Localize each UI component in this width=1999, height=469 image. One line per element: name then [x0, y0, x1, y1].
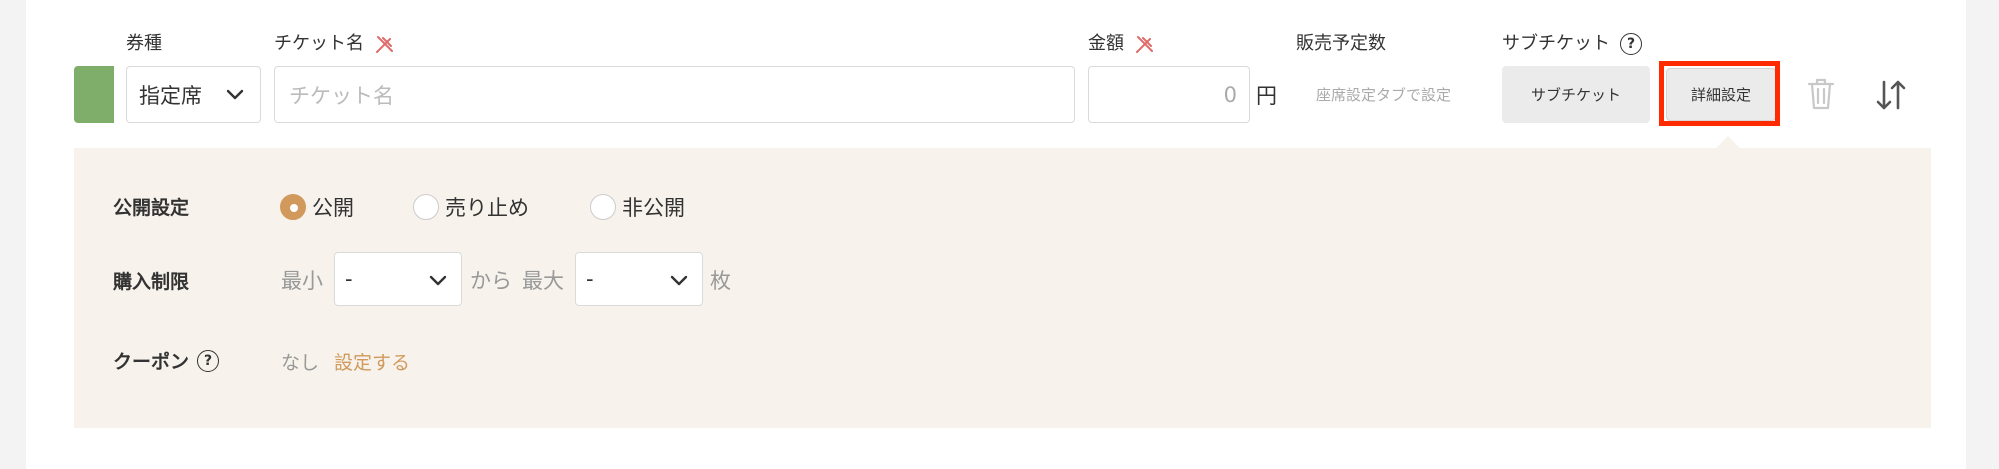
- ticket-name-placeholder: チケット名: [289, 83, 394, 108]
- header-planned-sales: 販売予定数: [1296, 32, 1386, 56]
- coupon-set-link[interactable]: 設定する: [334, 348, 410, 375]
- ticket-color-swatch[interactable]: [74, 66, 114, 123]
- panel-caret: [1716, 136, 1740, 148]
- header-sub-ticket: サブチケット ?: [1502, 32, 1642, 56]
- sort-icon[interactable]: [1874, 78, 1908, 112]
- limit-min-select[interactable]: -: [334, 252, 462, 306]
- header-price: 金額: [1088, 32, 1156, 56]
- sub-ticket-button[interactable]: サブチケット: [1502, 66, 1650, 123]
- limit-min-value: -: [345, 267, 353, 291]
- limit-min-label: 最小: [281, 269, 323, 293]
- chevron-down-icon: [226, 89, 244, 100]
- visibility-label: 公開設定: [113, 197, 190, 219]
- radio-public[interactable]: 公開: [280, 192, 354, 222]
- chevron-down-icon: [429, 275, 447, 286]
- limit-max-value: -: [586, 267, 594, 291]
- radio-unchecked-icon: [590, 194, 616, 220]
- coupon-label: クーポン: [113, 351, 190, 373]
- limit-unit-label: 枚: [710, 269, 731, 293]
- ticket-name-input[interactable]: チケット名: [274, 66, 1075, 123]
- radio-checked-icon: [280, 194, 306, 220]
- radio-stop-sales-label: 売り止め: [445, 196, 529, 220]
- radio-stop-sales[interactable]: 売り止め: [413, 192, 529, 222]
- radio-public-label: 公開: [312, 196, 354, 220]
- required-pin-icon: [1136, 36, 1153, 53]
- required-pin-icon: [376, 36, 393, 53]
- radio-private-label: 非公開: [622, 196, 685, 220]
- coupon-label-row: クーポン ?: [113, 347, 220, 374]
- header-type: 券種: [126, 32, 162, 56]
- coupon-value: なし: [281, 352, 320, 374]
- header-ticket-name: チケット名: [274, 32, 396, 56]
- trash-icon[interactable]: [1806, 77, 1836, 111]
- header-sub-ticket-label: サブチケット: [1502, 33, 1610, 54]
- limit-max-label: 最大: [522, 269, 564, 293]
- currency-label: 円: [1256, 84, 1277, 108]
- seat-setting-note: 座席設定タブで設定: [1316, 86, 1452, 104]
- chevron-down-icon: [670, 275, 688, 286]
- help-icon[interactable]: ?: [197, 349, 220, 372]
- limit-max-select[interactable]: -: [575, 252, 703, 306]
- ticket-type-select[interactable]: 指定席: [126, 66, 261, 123]
- header-ticket-name-label: チケット名: [274, 33, 364, 54]
- header-planned-sales-label: 販売予定数: [1296, 33, 1386, 54]
- price-input[interactable]: 0: [1088, 66, 1250, 123]
- ticket-type-value: 指定席: [139, 83, 202, 108]
- highlight-box: [1659, 61, 1780, 126]
- radio-unchecked-icon: [413, 194, 439, 220]
- purchase-limit-label: 購入制限: [113, 271, 190, 293]
- radio-private[interactable]: 非公開: [590, 192, 685, 222]
- limit-from-label: から: [470, 269, 512, 293]
- help-icon[interactable]: ?: [1620, 33, 1642, 55]
- price-value: 0: [1223, 82, 1237, 107]
- header-type-label: 券種: [126, 33, 162, 54]
- header-price-label: 金額: [1088, 33, 1124, 54]
